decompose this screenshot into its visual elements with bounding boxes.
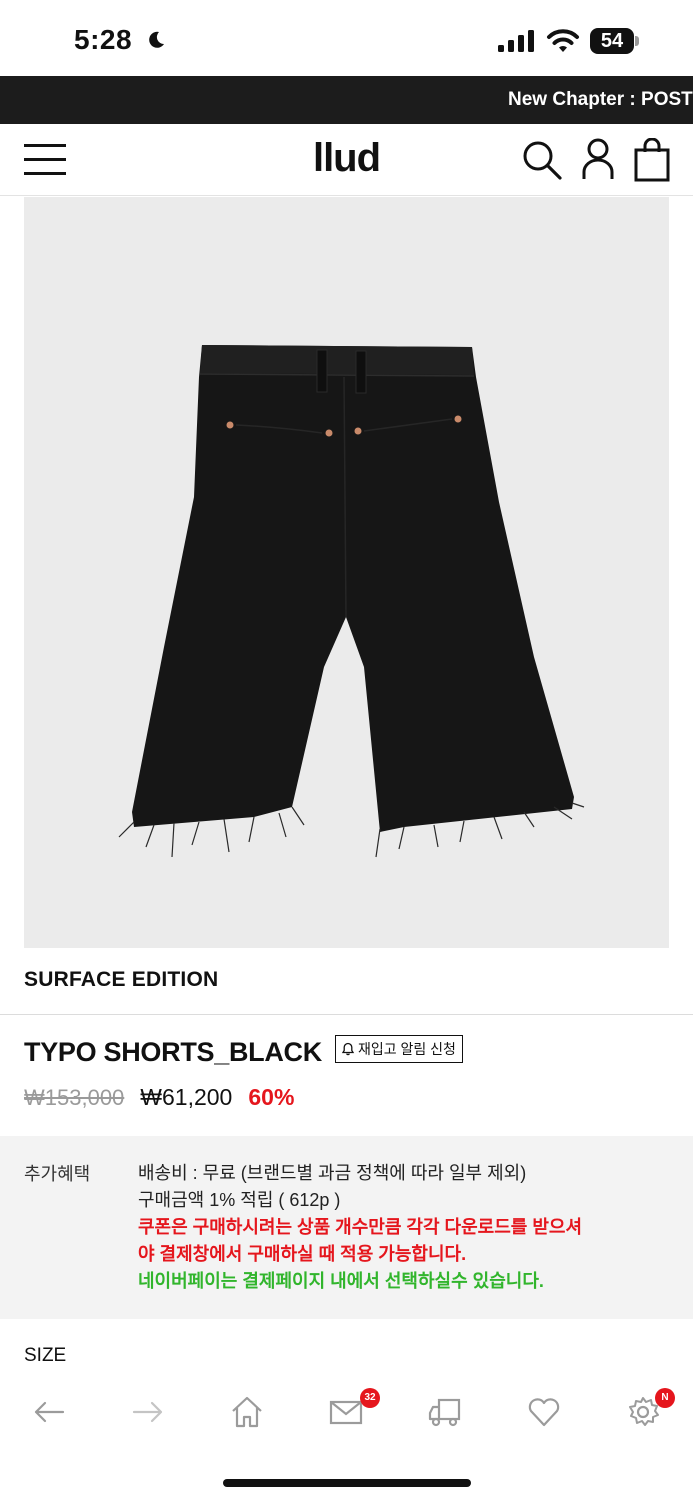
original-price: ₩153,000 <box>24 1085 125 1110</box>
points-info: 구매금액 1% 적립 ( 612p ) <box>138 1190 341 1210</box>
product-image[interactable] <box>24 197 669 948</box>
back-button[interactable] <box>27 1390 71 1434</box>
back-arrow-icon <box>34 1401 65 1423</box>
benefits-panel: 추가혜택 배송비 : 무료 (브랜드별 과금 정책에 따라 일부 제외) 구매금… <box>0 1136 693 1319</box>
search-icon[interactable] <box>522 140 562 180</box>
menu-icon[interactable] <box>24 142 66 176</box>
benefits-details: 배송비 : 무료 (브랜드별 과금 정책에 따라 일부 제외) 구매금액 1% … <box>138 1160 668 1295</box>
size-option-label: SIZE <box>24 1345 67 1366</box>
product-title: TYPO SHORTS_BLACK <box>24 1037 322 1067</box>
battery-indicator: 54 <box>590 28 639 54</box>
coupon-notice-line-2: 야 결제창에서 구매하실 때 적용 가능합니다. <box>138 1244 467 1264</box>
shopping-bag-icon[interactable] <box>634 138 670 182</box>
battery-tip <box>635 36 639 46</box>
coupon-notice-line-1: 쿠폰은 구매하시려는 상품 개수만큼 각각 다운로드를 받으셔 <box>138 1217 583 1237</box>
price-row: ₩153,000 ₩61,200 60% <box>24 1084 294 1111</box>
home-indicator[interactable] <box>223 1479 471 1487</box>
menu-line <box>24 158 66 161</box>
discount-rate: 60% <box>248 1084 295 1110</box>
cellular-signal-icon <box>498 30 534 52</box>
shipping-info: 배송비 : 무료 (브랜드별 과금 정책에 따라 일부 제외) <box>138 1163 527 1183</box>
restock-alert-button[interactable]: 재입고 알림 신청 <box>335 1035 463 1063</box>
benefits-label: 추가혜택 <box>24 1164 91 1184</box>
moon-icon <box>149 31 164 48</box>
mail-badge: 32 <box>360 1388 380 1408</box>
mail-icon <box>329 1400 363 1425</box>
divider <box>0 1014 693 1015</box>
forward-button[interactable] <box>126 1390 170 1434</box>
menu-line <box>24 144 66 147</box>
user-icon[interactable] <box>582 138 614 180</box>
sale-price: ₩61,200 <box>140 1084 233 1110</box>
product-shorts-illustration <box>118 345 585 858</box>
home-icon <box>232 1396 262 1428</box>
wifi-icon <box>547 29 579 52</box>
delivery-button[interactable] <box>423 1390 467 1434</box>
brand-name[interactable]: SURFACE EDITION <box>24 968 218 992</box>
bell-icon <box>341 1042 355 1056</box>
announcement-bar[interactable]: New Chapter : POSTL <box>0 76 693 124</box>
heart-icon <box>528 1398 560 1427</box>
restock-button-label: 재입고 알림 신청 <box>358 1041 456 1057</box>
forward-arrow-icon <box>132 1401 163 1423</box>
bottom-nav: 32 N <box>0 1380 693 1444</box>
site-header: llud <box>0 124 693 196</box>
announcement-text[interactable]: New Chapter : POSTL <box>508 89 693 111</box>
mail-button[interactable]: 32 <box>324 1388 380 1434</box>
menu-line <box>24 172 66 175</box>
naverpay-notice: 네이버페이는 결제페이지 내에서 선택하실수 있습니다. <box>138 1271 544 1291</box>
battery-level: 54 <box>600 30 624 52</box>
wishlist-button[interactable] <box>522 1390 566 1434</box>
settings-badge: N <box>655 1388 675 1408</box>
delivery-truck-icon <box>428 1398 461 1427</box>
home-button[interactable] <box>225 1390 269 1434</box>
status-time: 5:28 <box>74 24 133 55</box>
settings-button[interactable]: N <box>621 1388 675 1434</box>
status-bar: 5:28 54 <box>0 0 693 76</box>
